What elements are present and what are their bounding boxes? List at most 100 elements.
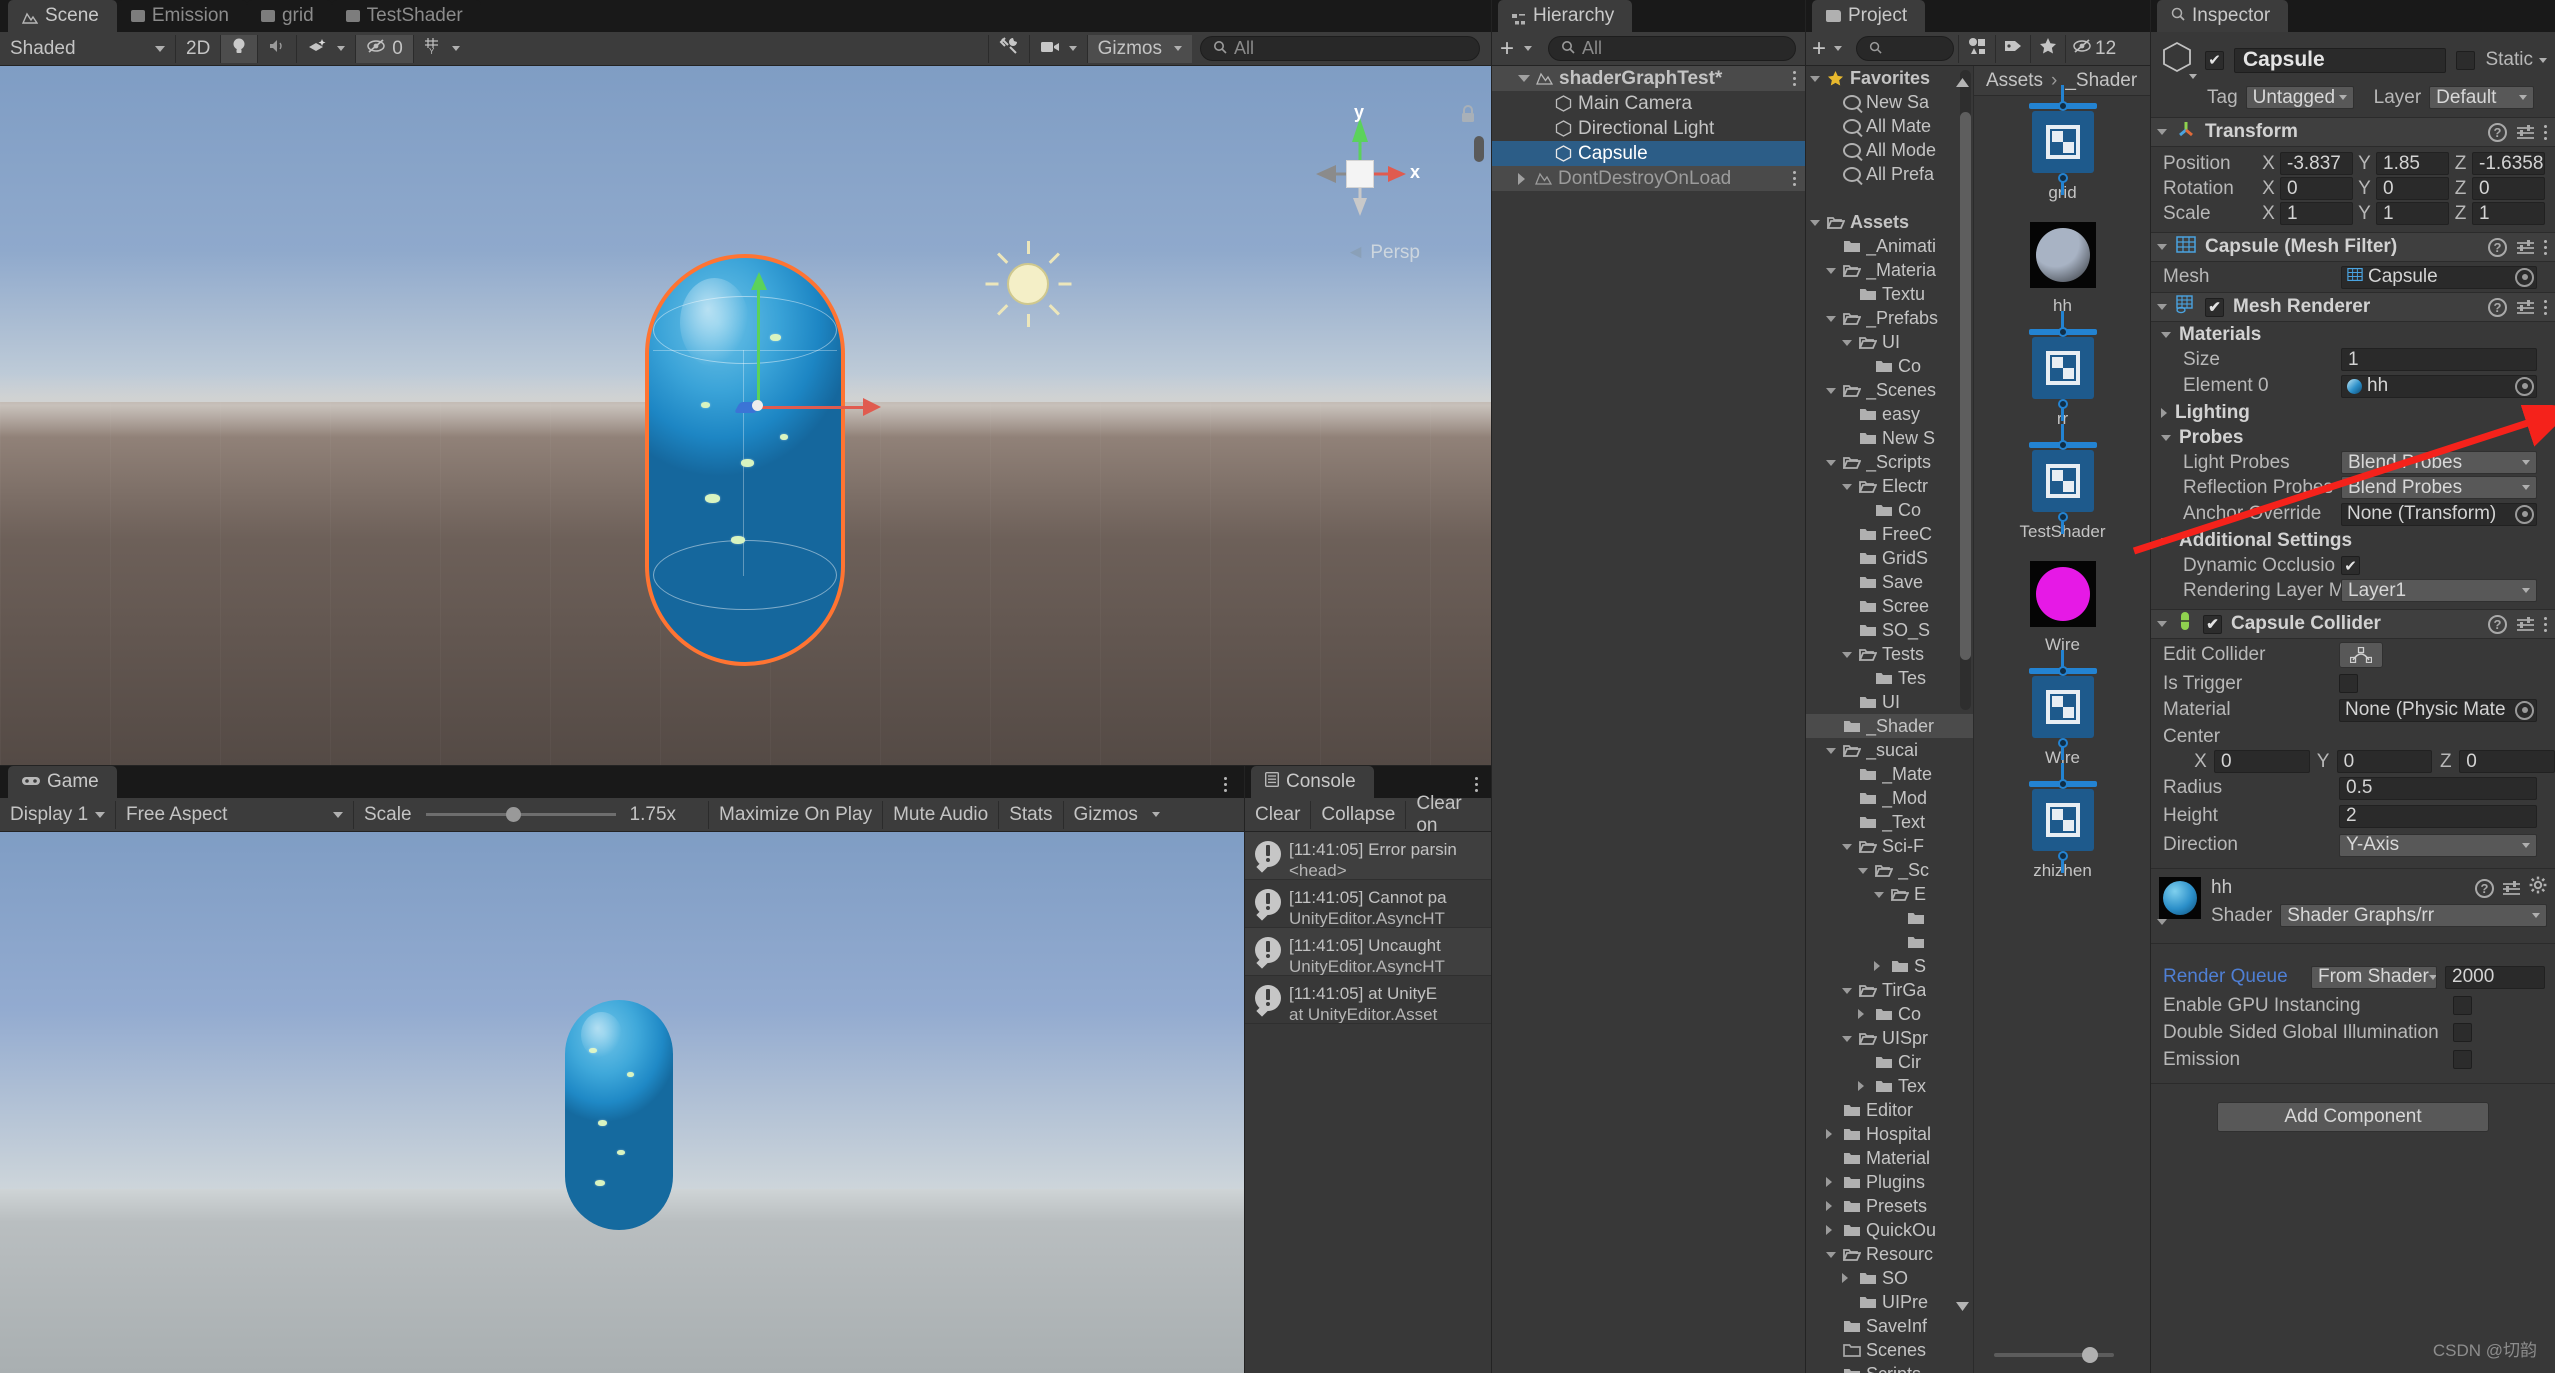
project-tree-item[interactable] <box>1806 906 1973 930</box>
chevron-down-icon[interactable] <box>1874 890 1886 898</box>
project-tree-item[interactable]: Hospital <box>1806 1122 1973 1146</box>
chevron-down-icon[interactable] <box>2161 537 2171 544</box>
project-tree-item[interactable]: Material <box>1806 1146 1973 1170</box>
project-tree-item[interactable]: UISpr <box>1806 1026 1973 1050</box>
hierarchy-item-capsule[interactable]: Capsule <box>1492 141 1806 166</box>
material-expand-chevron-icon[interactable] <box>2157 919 2167 925</box>
mute-audio-toggle[interactable]: Mute Audio <box>882 800 998 829</box>
project-tree-item[interactable]: Plugins <box>1806 1170 1973 1194</box>
scene-capsule-object[interactable] <box>645 254 881 666</box>
move-gizmo-y-arrow[interactable] <box>751 272 767 290</box>
chevron-right-icon[interactable] <box>1826 1201 1838 1211</box>
chevron-down-icon[interactable] <box>1826 386 1838 394</box>
chevron-down-icon[interactable] <box>1842 986 1854 994</box>
preset-icon[interactable] <box>2502 880 2521 897</box>
edit-collider-button[interactable] <box>2339 642 2383 668</box>
component-header-mesh-filter[interactable]: Capsule (Mesh Filter) ? <box>2151 232 2555 262</box>
object-picker-button[interactable] <box>2515 700 2534 720</box>
chevron-right-icon[interactable] <box>1842 1273 1854 1283</box>
project-tree-item[interactable]: Editor <box>1806 1098 1973 1122</box>
center-z-input[interactable]: 0 <box>2459 750 2555 773</box>
hierarchy-search-input[interactable]: All <box>1548 36 1796 61</box>
preset-icon[interactable] <box>2516 299 2535 316</box>
project-asset-item[interactable]: zhizhen <box>1974 763 2151 887</box>
project-tree-item[interactable]: _Mate <box>1806 762 1973 786</box>
chevron-down-icon[interactable] <box>2157 129 2167 135</box>
project-tree-item[interactable]: easy <box>1806 402 1973 426</box>
project-tree-item[interactable]: UI <box>1806 330 1973 354</box>
stats-toggle[interactable]: Stats <box>998 800 1062 829</box>
add-component-button[interactable]: Add Component <box>2217 1102 2489 1132</box>
position-x-input[interactable]: -3.837 <box>2280 152 2353 175</box>
rotation-x-input[interactable]: 0 <box>2280 177 2353 200</box>
chevron-down-icon[interactable] <box>1826 746 1838 754</box>
project-tree-item[interactable]: New Sa <box>1806 90 1973 114</box>
scroll-down-arrow-icon[interactable] <box>1956 1295 1969 1317</box>
console-collapse-toggle[interactable]: Collapse <box>1310 800 1405 829</box>
panel-divider[interactable] <box>2150 0 2151 1373</box>
project-tree-item[interactable]: Co <box>1806 498 1973 522</box>
project-tree-item[interactable]: _Text <box>1806 810 1973 834</box>
scroll-up-arrow-icon[interactable] <box>1956 72 1969 94</box>
chevron-down-icon[interactable] <box>1842 842 1854 850</box>
chevron-down-icon[interactable] <box>2161 434 2171 441</box>
chevron-down-icon[interactable] <box>1842 338 1854 346</box>
scale-y-input[interactable]: 1 <box>2376 202 2449 225</box>
game-gizmos-button[interactable]: Gizmos <box>1062 800 1170 829</box>
center-y-input[interactable]: 0 <box>2336 750 2433 773</box>
kebab-menu-icon[interactable] <box>2544 239 2547 255</box>
project-asset-item[interactable]: Wire <box>1974 650 2151 774</box>
project-tree-item[interactable]: _Scenes <box>1806 378 1973 402</box>
center-x-input[interactable]: 0 <box>2213 750 2310 773</box>
help-icon[interactable]: ? <box>2488 297 2507 317</box>
chevron-down-icon[interactable] <box>2161 331 2171 338</box>
tab-inspector[interactable]: Inspector <box>2157 0 2289 32</box>
project-add-button[interactable]: + <box>1806 35 1852 63</box>
preset-icon[interactable] <box>2516 616 2535 633</box>
project-tree-scrollbar[interactable] <box>1960 70 1971 710</box>
tab-project[interactable]: Project <box>1812 0 1926 32</box>
additional-settings-header[interactable]: Additional Settings <box>2151 528 2555 553</box>
chevron-right-icon[interactable] <box>1858 1081 1870 1091</box>
project-tree-item[interactable]: Scripts <box>1806 1362 1973 1373</box>
scene-viewport[interactable]: y x ◄ Persp <box>0 66 1492 766</box>
chevron-down-icon[interactable] <box>1518 75 1530 82</box>
project-tree-item[interactable]: Tex <box>1806 1074 1973 1098</box>
move-gizmo-y-axis[interactable] <box>757 286 760 408</box>
panel-divider[interactable] <box>1244 766 1245 1373</box>
preset-icon[interactable] <box>2516 239 2535 256</box>
scene-fx-toggle[interactable] <box>296 34 355 63</box>
project-tree-item[interactable]: Co <box>1806 1002 1973 1026</box>
project-tree-item[interactable]: Textu <box>1806 282 1973 306</box>
chevron-right-icon[interactable] <box>2161 407 2167 418</box>
project-tree-item[interactable]: Sci-F <box>1806 834 1973 858</box>
project-tree-item[interactable] <box>1806 186 1973 210</box>
double-sided-gi-checkbox[interactable] <box>2453 1023 2472 1042</box>
chevron-down-icon[interactable] <box>1810 218 1822 226</box>
project-tree-item[interactable]: Tests <box>1806 642 1973 666</box>
dyn-occlusion-checkbox[interactable]: ✔ <box>2341 556 2360 575</box>
tab-grid[interactable]: grid <box>246 0 332 32</box>
project-tree-item[interactable]: UI <box>1806 690 1973 714</box>
kebab-menu-icon[interactable] <box>1793 71 1796 86</box>
scene-gizmos-button[interactable]: Gizmos <box>1086 34 1192 63</box>
chevron-down-icon[interactable] <box>1842 1034 1854 1042</box>
project-tree-scroll-thumb[interactable] <box>1960 112 1971 660</box>
hierarchy-tree[interactable]: shaderGraphTest* Main Camera Directional… <box>1492 66 1806 1373</box>
console-clear-on-dropdown[interactable]: Clear on <box>1405 793 1492 836</box>
perspective-label[interactable]: ◄ Persp <box>1346 242 1420 264</box>
project-tree-item[interactable]: QuickOu <box>1806 1218 1973 1242</box>
collider-material-object-field[interactable]: None (Physic Mate <box>2339 698 2537 722</box>
project-tree-item[interactable]: UIPre <box>1806 1290 1973 1314</box>
scale-slider-track[interactable] <box>425 807 616 822</box>
chevron-down-icon[interactable] <box>1842 650 1854 658</box>
project-tree-item[interactable]: _Prefabs <box>1806 306 1973 330</box>
kebab-menu-icon[interactable] <box>1793 171 1796 186</box>
shader-dropdown[interactable]: Shader Graphs/rr <box>2280 904 2547 927</box>
move-gizmo-center[interactable] <box>752 400 763 411</box>
project-tree-item[interactable]: Assets <box>1806 210 1973 234</box>
object-picker-button[interactable] <box>2515 267 2534 287</box>
hierarchy-item-scene-dontdestroyonload[interactable]: DontDestroyOnLoad <box>1492 166 1806 191</box>
project-asset-item[interactable]: grid <box>1974 85 2151 209</box>
scene-scrollbar[interactable] <box>1474 136 1484 162</box>
